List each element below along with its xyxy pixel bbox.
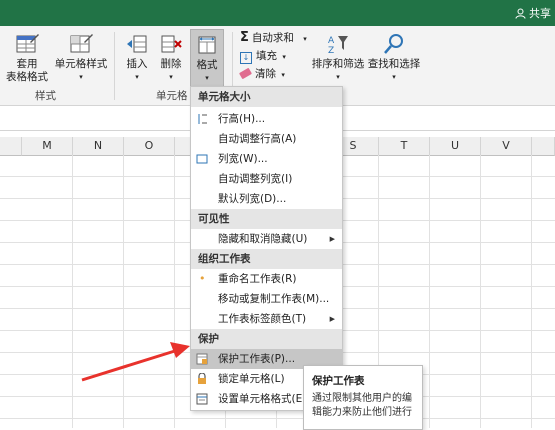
red-arrow-annotation <box>81 342 190 382</box>
